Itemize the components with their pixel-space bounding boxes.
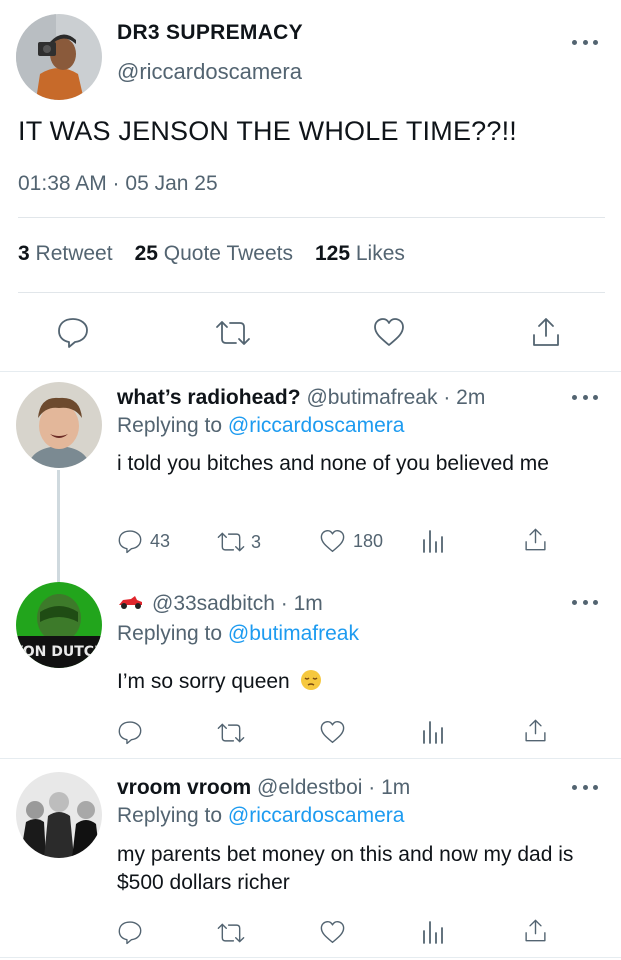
- like-button[interactable]: [319, 719, 346, 745]
- replying-to: Replying to @butimafreak: [117, 622, 359, 645]
- more-options-icon[interactable]: [572, 38, 598, 46]
- reply-time: · 1m: [280, 592, 323, 615]
- share-icon: [525, 919, 546, 942]
- analytics-icon: [423, 530, 443, 553]
- main-tweet-author-handle[interactable]: @riccardoscamera: [117, 59, 302, 85]
- avatar-text: VON DUTCH: [16, 644, 102, 660]
- reply-text: i told you bitches and none of you belie…: [117, 452, 549, 475]
- retweet-icon: [217, 723, 245, 743]
- likes-stat[interactable]: 125 Likes: [315, 242, 405, 265]
- more-options-icon[interactable]: [572, 783, 598, 791]
- reply-author-name: vroom vroom: [117, 776, 252, 799]
- reply-count: 43: [150, 530, 171, 551]
- reply-author-handle: @eldestboi: [257, 776, 363, 799]
- reply-button[interactable]: [117, 919, 143, 945]
- like-icon: [320, 720, 345, 744]
- pensive-face-emoji-icon: [300, 669, 322, 699]
- divider: [18, 292, 605, 293]
- retweets-stat[interactable]: 3 Retweet: [18, 242, 113, 265]
- separator: [0, 758, 621, 759]
- reply-avatar[interactable]: [16, 772, 102, 858]
- reply-icon: [118, 921, 142, 945]
- replying-to-handle[interactable]: @riccardoscamera: [228, 414, 405, 437]
- reply-avatar[interactable]: [16, 382, 102, 468]
- reply-header[interactable]: @33sadbitch · 1m: [117, 592, 323, 616]
- share-button[interactable]: [523, 718, 548, 743]
- tweet-stats: 3 Retweet 25 Quote Tweets 125 Likes: [18, 242, 405, 266]
- like-button[interactable]: [319, 919, 346, 945]
- replying-to: Replying to @riccardoscamera: [117, 414, 405, 437]
- retweet-button[interactable]: [216, 921, 246, 945]
- replying-to: Replying to @riccardoscamera: [117, 804, 405, 827]
- race-car-emoji-icon: [117, 592, 144, 616]
- reply-time: · 1m: [368, 776, 411, 799]
- main-tweet: DR3 SUPREMACY @riccardoscamera IT WAS JE…: [0, 0, 621, 372]
- divider: [18, 217, 605, 218]
- replying-to-handle[interactable]: @riccardoscamera: [228, 804, 405, 827]
- analytics-button[interactable]: [421, 919, 445, 945]
- main-tweet-avatar[interactable]: [16, 14, 102, 100]
- reply-button[interactable]: [56, 316, 90, 348]
- share-icon: [533, 318, 559, 346]
- analytics-icon: [423, 921, 443, 944]
- like-icon: [320, 529, 345, 553]
- retweet-icon: [217, 923, 245, 943]
- analytics-button[interactable]: [421, 719, 445, 745]
- replying-to-handle[interactable]: @butimafreak: [228, 622, 359, 645]
- like-button[interactable]: 180: [319, 528, 383, 554]
- retweet-icon: [216, 321, 250, 345]
- main-tweet-author-name[interactable]: DR3 SUPREMACY: [117, 21, 303, 45]
- share-button[interactable]: [523, 918, 548, 943]
- reply-time: · 2m: [443, 386, 486, 409]
- retweet-button[interactable]: [214, 318, 252, 348]
- reply-icon: [118, 530, 142, 554]
- reply-author-handle: @butimafreak: [306, 386, 438, 409]
- more-options-icon[interactable]: [572, 598, 598, 606]
- reply-avatar[interactable]: VON DUTCH: [16, 582, 102, 668]
- more-options-icon[interactable]: [572, 393, 598, 401]
- reply-icon: [118, 721, 142, 745]
- reply-author-name: what’s radiohead?: [117, 386, 301, 409]
- reply-author-handle: @33sadbitch: [152, 592, 275, 615]
- like-count: 180: [353, 530, 384, 551]
- retweet-icon: [217, 532, 245, 552]
- main-tweet-timestamp[interactable]: 01:38 AM · 05 Jan 25: [18, 172, 218, 196]
- separator: [0, 957, 621, 958]
- like-icon: [374, 318, 404, 346]
- retweet-count: 3: [251, 531, 262, 552]
- share-icon: [525, 528, 546, 551]
- separator: [0, 371, 621, 372]
- thread-line: [57, 470, 60, 582]
- retweet-button[interactable]: [216, 721, 246, 745]
- like-icon: [320, 920, 345, 944]
- reply-header[interactable]: what’s radiohead? @butimafreak · 2m: [117, 386, 485, 410]
- share-button[interactable]: [523, 527, 548, 552]
- share-button[interactable]: [530, 316, 562, 348]
- analytics-button[interactable]: [421, 528, 445, 554]
- main-tweet-text: IT WAS JENSON THE WHOLE TIME??!!: [18, 116, 517, 146]
- retweet-button[interactable]: 3: [216, 530, 261, 554]
- reply-text: I’m so sorry queen: [117, 668, 597, 699]
- reply-button[interactable]: [117, 719, 143, 745]
- share-icon: [525, 719, 546, 742]
- reply-icon: [58, 318, 88, 348]
- reply-header[interactable]: vroom vroom @eldestboi · 1m: [117, 776, 410, 800]
- quote-tweets-stat[interactable]: 25 Quote Tweets: [135, 242, 293, 265]
- reply-text: my parents bet money on this and now my …: [117, 843, 574, 894]
- reply-button[interactable]: 43: [117, 528, 170, 554]
- analytics-icon: [423, 721, 443, 744]
- like-button[interactable]: [372, 316, 406, 348]
